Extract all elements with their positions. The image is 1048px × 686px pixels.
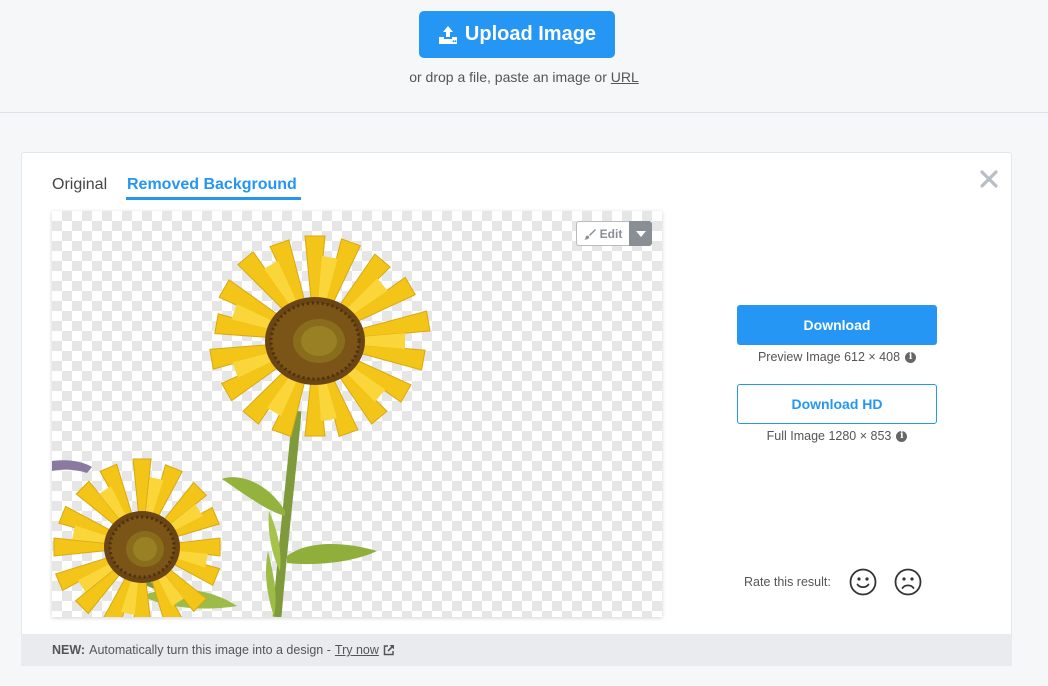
- result-image-preview: [52, 211, 662, 617]
- edit-button[interactable]: Edit: [576, 221, 629, 246]
- tab-original[interactable]: Original: [52, 176, 107, 194]
- full-image-info: Full Image 1280 × 853 i: [737, 429, 937, 443]
- edit-dropdown-toggle[interactable]: [629, 221, 652, 246]
- edit-control: Edit: [576, 221, 652, 246]
- smiley-happy-icon[interactable]: [849, 568, 877, 596]
- upload-image-button[interactable]: Upload Image: [419, 11, 615, 58]
- caret-down-icon: [635, 230, 646, 237]
- url-link[interactable]: URL: [611, 69, 639, 85]
- new-badge: NEW:: [52, 643, 86, 657]
- drop-hint: or drop a file, paste an image or URL: [0, 69, 1048, 85]
- external-link-icon[interactable]: [383, 644, 395, 656]
- preview-image-info: Preview Image 612 × 408 i: [737, 350, 937, 364]
- brush-icon: [583, 228, 596, 240]
- download-hd-button[interactable]: Download HD: [737, 384, 937, 424]
- download-button[interactable]: Download: [737, 305, 937, 345]
- active-tab-indicator: [126, 197, 301, 200]
- promo-text: Automatically turn this image into a des…: [89, 643, 331, 657]
- upload-header: Upload Image or drop a file, paste an im…: [0, 0, 1048, 113]
- info-icon[interactable]: i: [905, 351, 917, 363]
- drop-text: or drop a file, paste an image or: [409, 69, 607, 85]
- full-size-text: Full Image 1280 × 853: [766, 429, 892, 443]
- try-now-link[interactable]: Try now: [335, 643, 379, 657]
- close-icon[interactable]: [978, 168, 1000, 190]
- edit-label: Edit: [599, 226, 623, 241]
- promo-bar: NEW: Automatically turn this image into …: [21, 634, 1012, 666]
- tab-removed-background[interactable]: Removed Background: [127, 176, 297, 194]
- sunflower-image: [52, 235, 431, 617]
- rate-label: Rate this result:: [744, 575, 831, 589]
- upload-icon: [438, 25, 457, 44]
- upload-label: Upload Image: [464, 23, 597, 45]
- preview-size-text: Preview Image 612 × 408: [757, 350, 901, 364]
- info-icon[interactable]: i: [896, 430, 908, 442]
- smiley-sad-icon[interactable]: [894, 568, 922, 596]
